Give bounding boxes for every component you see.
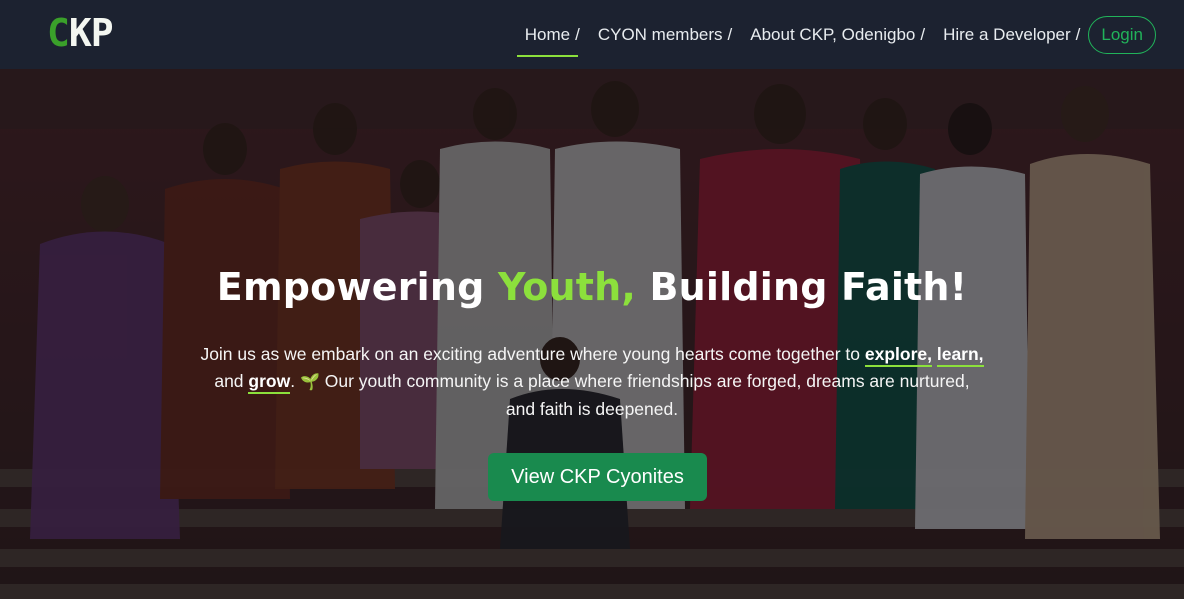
nav-separator: /	[1075, 24, 1081, 44]
hero-section: Empowering Youth, Building Faith! Join u…	[0, 69, 1184, 599]
nav-item-label: Hire a Developer	[943, 24, 1071, 44]
hero-lead-paragraph: Join us as we embark on an exciting adve…	[200, 341, 984, 423]
ckp-logo[interactable]: C KP	[47, 11, 114, 55]
logo-letters-kp: KP	[68, 11, 114, 55]
hero-headline: Empowering Youth, Building Faith!	[0, 265, 1184, 309]
nav-item-label: CYON members	[597, 24, 723, 44]
view-cyonites-button[interactable]: View CKP Cyonites	[488, 453, 707, 501]
lead-text-dot: .	[290, 371, 300, 391]
keyword-learn: learn,	[936, 344, 984, 367]
nav-item-home[interactable]: Home /	[516, 0, 580, 69]
hero-content: Empowering Youth, Building Faith! Join u…	[0, 69, 1184, 599]
nav-separator: /	[727, 24, 733, 44]
nav-item-cyon-members[interactable]: CYON members /	[598, 0, 732, 69]
login-button[interactable]: Login	[1088, 15, 1156, 54]
sprout-icon: 🌱	[299, 374, 320, 391]
logo-letter-c: C	[47, 11, 70, 55]
nav-item-hire-developer[interactable]: Hire a Developer /	[943, 0, 1080, 69]
headline-highlight: Youth,	[498, 265, 637, 309]
top-navbar: C KP Home / CYON members / About CKP, Ode…	[0, 0, 1184, 69]
lead-text-and: and	[214, 371, 249, 391]
nav-item-about[interactable]: About CKP, Odenigbo /	[750, 0, 925, 69]
main-nav: Home / CYON members / About CKP, Odenigb…	[516, 0, 1156, 69]
nav-separator: /	[920, 24, 926, 44]
nav-item-label: About CKP, Odenigbo	[750, 24, 916, 44]
keyword-grow: grow	[248, 371, 291, 394]
headline-text-1: Empowering	[216, 265, 498, 309]
nav-item-label: Home	[516, 24, 579, 57]
nav-separator: /	[575, 24, 580, 44]
headline-text-2: Building Faith!	[636, 265, 968, 309]
lead-text-2: Our youth community is a place where fri…	[319, 371, 970, 419]
lead-text-1: Join us as we embark on an exciting adve…	[200, 344, 865, 364]
keyword-explore: explore,	[864, 344, 932, 367]
